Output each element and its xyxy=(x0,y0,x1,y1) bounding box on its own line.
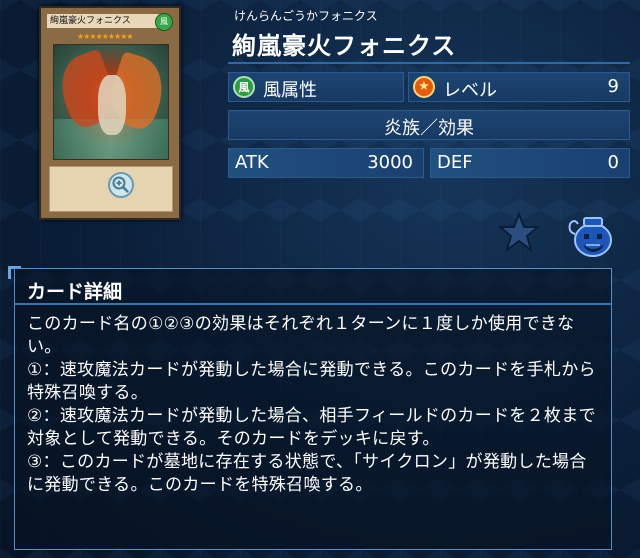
def-value: 0 xyxy=(607,152,619,173)
atk-row: ATK 3000 xyxy=(228,148,424,178)
card-artwork xyxy=(51,44,172,160)
card-title: 絢嵐豪火フォニクス xyxy=(232,32,457,60)
title-divider xyxy=(228,62,630,64)
details-divider xyxy=(15,303,611,305)
effect-text: このカード名の①②③の効果はそれぞれ１ターンに１度しか使用できない。 ①：速攻魔… xyxy=(27,314,596,495)
details-heading: カード詳細 xyxy=(27,281,123,303)
type-row: 炎族／効果 xyxy=(228,110,630,140)
wind-attribute-icon: 風 xyxy=(233,76,255,98)
level-label: レベル xyxy=(443,80,497,101)
card-image-attribute-icon: 風 xyxy=(155,13,173,31)
def-row: DEF 0 xyxy=(430,148,630,178)
atk-label: ATK xyxy=(235,152,269,173)
card-image-name: 絢嵐豪火フォニクス xyxy=(47,14,160,28)
def-label: DEF xyxy=(437,152,473,173)
star-icon[interactable] xyxy=(497,211,541,253)
zoom-icon[interactable] xyxy=(108,172,134,198)
level-star-icon: ★ xyxy=(413,76,435,98)
level-value: 9 xyxy=(607,76,619,97)
attribute-row: 風 風属性 xyxy=(228,72,404,102)
card-name-reading: けんらんごうかフォニクス xyxy=(234,9,378,23)
type-line: 炎族／効果 xyxy=(384,118,474,139)
card-details-panel: カード詳細 このカード名の①②③の効果はそれぞれ１ターンに１度しか使用できない。… xyxy=(14,268,612,550)
attribute-label: 風属性 xyxy=(263,80,317,101)
card-image-level-stars: ★★★★★★★★★ xyxy=(77,32,134,41)
atk-value: 3000 xyxy=(367,152,413,173)
pot-of-greed-icon[interactable] xyxy=(566,210,616,260)
level-row: ★ レベル 9 xyxy=(408,72,630,102)
